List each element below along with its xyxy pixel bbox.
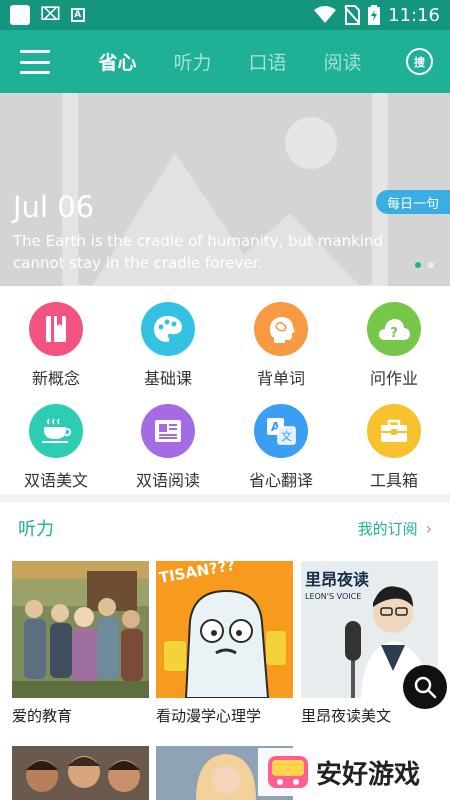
daily-sentence-banner[interactable]: Jul 06 The Earth is the cradle of humani… (0, 93, 450, 286)
battery-icon (368, 5, 381, 25)
watermark-text: 安好游戏 (316, 759, 421, 790)
feature-new-concept[interactable]: 新概念 (0, 302, 112, 389)
gamepad-logo-icon (268, 756, 308, 788)
cover-art-subtitle: LEON'S VOICE (305, 592, 361, 601)
search-icon[interactable]: 搜 (406, 48, 433, 75)
feature-toolbox[interactable]: 工具箱 (338, 404, 450, 491)
menu-icon[interactable] (20, 50, 50, 74)
book-icon (29, 302, 83, 356)
banner-pagination (415, 262, 434, 268)
toolbox-icon (367, 404, 421, 458)
listening-card[interactable]: TISAN??? 看动漫学心理学 (156, 561, 293, 726)
feature-label: 背单词 (256, 369, 305, 388)
pagination-dot[interactable] (428, 262, 434, 268)
section-title: 听力 (18, 519, 54, 540)
svg-text:文: 文 (281, 429, 292, 443)
card-title: 里昂夜读美文 (301, 707, 392, 725)
section-divider (0, 494, 450, 503)
card-cover-image (12, 746, 149, 800)
tab-listening[interactable]: 听力 (155, 48, 230, 75)
newspaper-icon (141, 404, 195, 458)
wifi-icon (314, 6, 337, 23)
feature-label: 基础课 (143, 369, 192, 388)
feature-label: 问作业 (369, 369, 418, 388)
card-title: 看动漫学心理学 (156, 707, 262, 725)
coffee-cup-icon (29, 404, 83, 458)
feature-label: 新概念 (31, 369, 80, 388)
brain-icon (254, 302, 308, 356)
listening-card[interactable]: 爱的教育 (12, 561, 149, 726)
magnifier-icon (414, 676, 437, 699)
listening-section-header: 听力 我的订阅 › (0, 503, 450, 553)
card-cover-image: TISAN??? (156, 561, 293, 698)
tab-speaking[interactable]: 口语 (230, 48, 305, 75)
feature-label: 双语阅读 (135, 471, 200, 490)
site-watermark: 安好游戏 (258, 748, 438, 796)
banner-quote: The Earth is the cradle of humanity, but… (13, 232, 383, 272)
listening-card[interactable] (12, 746, 149, 800)
banner-date: Jul 06 (13, 190, 95, 224)
clock: 11:16 (388, 4, 440, 26)
app-notification-icon: ⌧ (40, 4, 61, 25)
no-sim-icon (344, 5, 361, 25)
card-cover-image (12, 561, 149, 698)
feature-label: 工具箱 (369, 471, 418, 490)
tab-reading[interactable]: 阅读 (305, 48, 380, 75)
svg-text:?: ? (390, 326, 398, 341)
chevron-right-icon: › (425, 518, 432, 538)
cover-art-title: 里昂夜读 (305, 570, 369, 589)
feature-bilingual-reading[interactable]: 双语阅读 (112, 404, 224, 491)
top-navigation: 省心 听力 口语 阅读 搜 (0, 30, 450, 93)
status-bar: ⌧ A 11:16 (0, 0, 450, 30)
feature-vocabulary[interactable]: 背单词 (225, 302, 337, 389)
feature-bilingual-essays[interactable]: 双语美文 (0, 404, 112, 491)
question-cloud-icon: ? (367, 302, 421, 356)
my-subscriptions-label: 我的订阅 (357, 519, 418, 538)
feature-label: 省心翻译 (248, 471, 313, 490)
palette-icon (141, 302, 195, 356)
feature-label: 双语美文 (23, 471, 88, 490)
tab-shengxin[interactable]: 省心 (80, 48, 155, 75)
daily-sentence-tag[interactable]: 每日一句 (376, 190, 450, 214)
square-notification-icon (10, 5, 30, 25)
translate-icon: A文 (254, 404, 308, 458)
pagination-dot[interactable] (415, 262, 421, 268)
feature-translation[interactable]: A文 省心翻译 (225, 404, 337, 491)
a-notification-icon: A (70, 8, 85, 22)
card-title: 爱的教育 (12, 707, 73, 725)
floating-search-button[interactable] (403, 665, 447, 709)
feature-homework[interactable]: ? 问作业 (338, 302, 450, 389)
tab-bar: 省心 听力 口语 阅读 (80, 30, 380, 93)
my-subscriptions-link[interactable]: 我的订阅 › (358, 518, 432, 539)
feature-basic-course[interactable]: 基础课 (112, 302, 224, 389)
feature-grid: 新概念 基础课 背单词 ? 问作业 双语美文 双语阅读 A文 省心翻译 工具箱 (0, 286, 450, 494)
